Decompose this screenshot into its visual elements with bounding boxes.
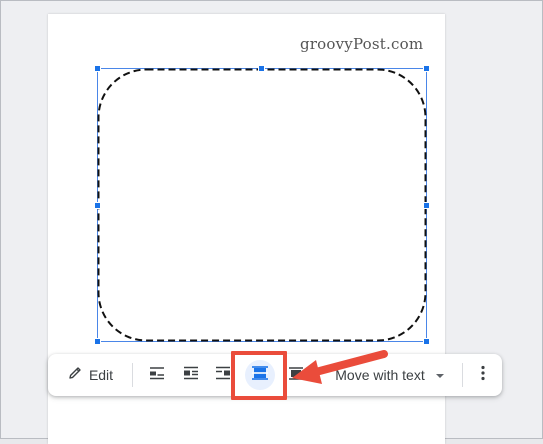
resize-handle-top-right[interactable]	[423, 65, 430, 72]
break-text-icon	[214, 364, 232, 387]
wrap-inline-button[interactable]	[143, 362, 171, 388]
resize-handle-bottom-left[interactable]	[94, 338, 101, 345]
rounded-rectangle-drawing[interactable]	[97, 68, 427, 342]
more-options-button[interactable]	[472, 362, 494, 388]
wrap-inline-icon	[148, 364, 166, 387]
caret-down-icon	[435, 366, 445, 384]
resize-handle-top-left[interactable]	[94, 65, 101, 72]
highlight-box	[231, 351, 287, 400]
toolbar-divider	[462, 363, 463, 387]
wrap-text-button[interactable]	[177, 362, 205, 388]
more-vertical-icon	[481, 365, 485, 386]
toolbar-divider	[132, 363, 133, 387]
resize-handle-bottom-right[interactable]	[423, 338, 430, 345]
resize-handle-left[interactable]	[94, 202, 101, 209]
wrap-text-icon	[182, 364, 200, 387]
edit-button[interactable]: Edit	[60, 362, 120, 388]
callout-arrow-icon	[292, 350, 388, 384]
resize-handle-top[interactable]	[258, 65, 265, 72]
edit-label: Edit	[88, 367, 114, 383]
pencil-icon	[67, 365, 83, 386]
resize-handle-right[interactable]	[423, 202, 430, 209]
watermark-text: groovyPost.com	[300, 35, 424, 53]
